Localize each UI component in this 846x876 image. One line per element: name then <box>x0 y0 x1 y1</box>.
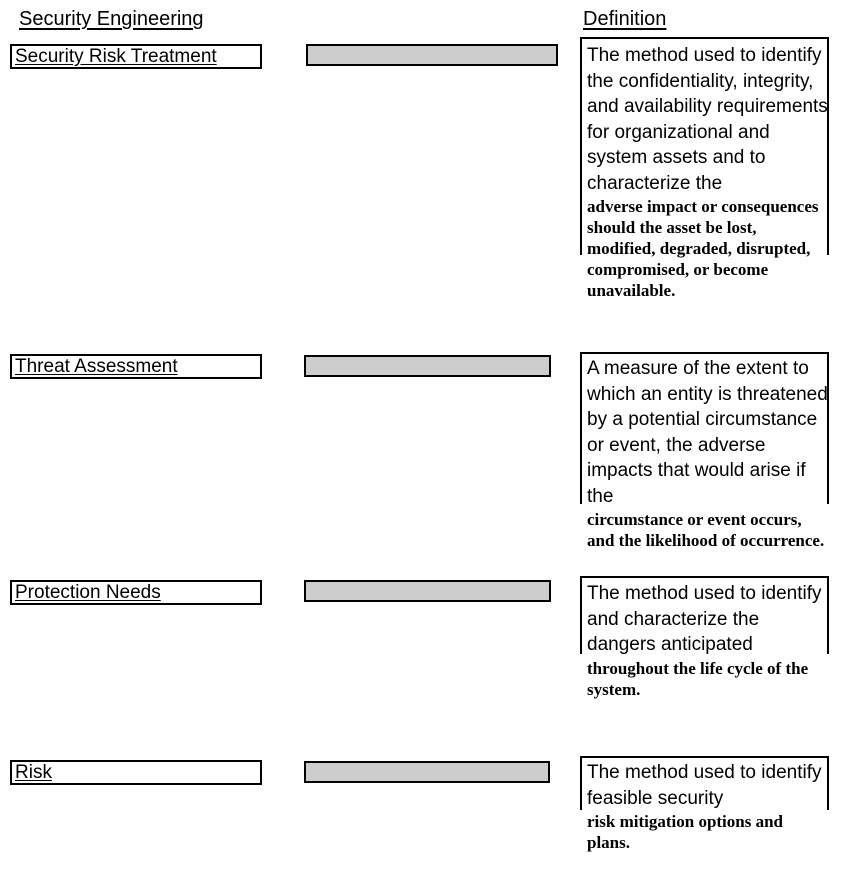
definition-secondary-text: circumstance or event occurs, and the li… <box>587 510 825 550</box>
connector-bar-row-1[interactable] <box>306 44 558 66</box>
term-label: Protection Needs <box>15 581 161 603</box>
connector-bar-row-4[interactable] <box>304 761 550 783</box>
definition-secondary-text: risk mitigation options and plans. <box>587 812 784 852</box>
definition-primary-text: The method used to identify the confiden… <box>587 45 828 194</box>
connector-bar-row-3[interactable] <box>304 580 551 602</box>
term-box-row-2[interactable]: Threat Assessment <box>10 354 262 379</box>
matching-exercise-page: Security Engineering Definition Security… <box>0 0 846 876</box>
column-header-security-engineering: Security Engineering <box>19 8 204 30</box>
definition-secondary-text: throughout the life cycle of the system. <box>587 658 809 699</box>
term-box-row-3[interactable]: Protection Needs <box>10 580 262 605</box>
definition-primary-text: The method used to identify feasible sec… <box>587 762 822 809</box>
definition-text-row-2: A measure of the extent to which an enti… <box>584 356 829 551</box>
definition-text-row-3: The method used to identify and characte… <box>584 581 829 700</box>
term-label: Threat Assessment <box>15 355 178 377</box>
definition-primary-text: The method used to identify and characte… <box>587 583 822 655</box>
definition-secondary-text: adverse impact or consequences should th… <box>587 197 819 300</box>
definition-text-row-4: The method used to identify feasible sec… <box>584 760 829 853</box>
term-box-row-4[interactable]: Risk <box>10 760 262 785</box>
connector-bar-row-2[interactable] <box>304 355 551 377</box>
term-label: Risk <box>15 761 52 783</box>
definition-text-row-1: The method used to identify the confiden… <box>584 43 829 301</box>
definition-primary-text: A measure of the extent to which an enti… <box>587 358 828 507</box>
term-label: Security Risk Treatment <box>15 45 217 67</box>
term-box-row-1[interactable]: Security Risk Treatment <box>10 44 262 69</box>
column-header-definition: Definition <box>583 8 667 30</box>
